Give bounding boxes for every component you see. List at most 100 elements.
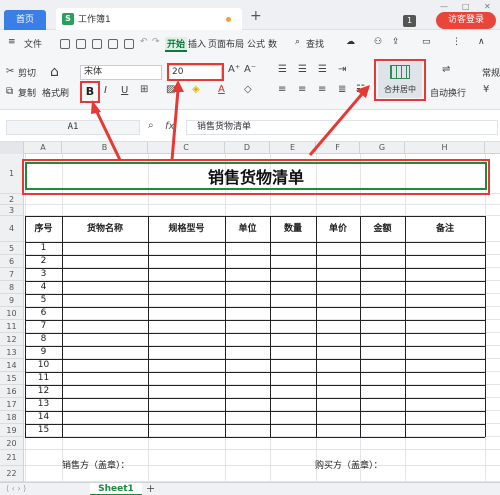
seq-cell[interactable]: 8: [25, 333, 62, 346]
row-header[interactable]: 2: [0, 194, 24, 205]
collapse-ribbon-icon[interactable]: ∧: [478, 37, 485, 47]
seq-cell[interactable]: 4: [25, 281, 62, 294]
tab-page-layout[interactable]: 页面布局: [208, 37, 244, 50]
format-painter-icon[interactable]: ⌂: [50, 64, 59, 80]
sheet-tab-sheet1[interactable]: Sheet1: [90, 483, 142, 495]
column-header-d[interactable]: D: [225, 142, 270, 154]
print-icon[interactable]: [108, 39, 118, 49]
tab-home-ribbon[interactable]: 开始: [165, 37, 188, 52]
seller-label[interactable]: 销售方（盖章）：: [62, 458, 130, 471]
add-sheet-button[interactable]: +: [146, 482, 155, 495]
export-pdf-icon[interactable]: [92, 39, 102, 49]
fill-pattern-icon[interactable]: ▨: [166, 84, 175, 95]
underline-button[interactable]: U: [121, 85, 128, 96]
italic-button[interactable]: I: [104, 85, 107, 96]
border-icon[interactable]: ⊞: [140, 84, 148, 95]
align-middle-icon[interactable]: ☰: [298, 64, 307, 75]
table-header-cell[interactable]: 数量: [270, 216, 316, 242]
column-header-a[interactable]: A: [25, 142, 62, 154]
select-all-corner[interactable]: [0, 142, 24, 154]
file-menu[interactable]: 文件: [24, 37, 42, 50]
wrap-text-button[interactable]: 自动换行: [430, 86, 466, 99]
close-icon[interactable]: ✕: [484, 2, 491, 11]
undo-icon[interactable]: ↶: [140, 37, 148, 47]
row-header[interactable]: 16: [0, 385, 24, 398]
seq-cell[interactable]: 3: [25, 268, 62, 281]
table-header-cell[interactable]: 单位: [225, 216, 270, 242]
row-header[interactable]: 7: [0, 268, 24, 281]
tab-formulas[interactable]: 公式: [247, 37, 265, 50]
fill-color-icon[interactable]: ◈: [192, 84, 200, 95]
seq-cell[interactable]: 6: [25, 307, 62, 320]
row-header[interactable]: 12: [0, 333, 24, 346]
indent-icon[interactable]: ⇥: [338, 64, 346, 75]
tab-insert[interactable]: 插入: [188, 37, 206, 50]
distributed-icon[interactable]: ≣: [338, 84, 346, 95]
tab-data[interactable]: 数: [268, 37, 277, 50]
minimize-icon[interactable]: —: [440, 2, 448, 11]
align-center-icon[interactable]: ≡: [298, 84, 306, 95]
row-header[interactable]: 22: [0, 466, 24, 482]
redo-icon[interactable]: ↷: [152, 37, 160, 47]
cut-icon[interactable]: ✂: [6, 66, 14, 77]
save-icon[interactable]: [76, 39, 86, 49]
clear-format-icon[interactable]: ◇: [244, 84, 252, 95]
seq-cell[interactable]: 13: [25, 398, 62, 411]
name-box[interactable]: A1: [6, 120, 140, 135]
table-header-cell[interactable]: 序号: [25, 216, 62, 242]
buyer-label[interactable]: 购买方（盖章）：: [315, 458, 383, 471]
table-header-cell[interactable]: 货物名称: [62, 216, 148, 242]
seq-cell[interactable]: 12: [25, 385, 62, 398]
seq-cell[interactable]: 7: [25, 320, 62, 333]
seq-cell[interactable]: 11: [25, 372, 62, 385]
more-tools-icon[interactable]: ▭: [422, 37, 431, 47]
row-header[interactable]: 6: [0, 255, 24, 268]
row-header[interactable]: 11: [0, 320, 24, 333]
preview-icon[interactable]: [124, 39, 134, 49]
justify-icon[interactable]: ☷: [356, 84, 365, 95]
seq-cell[interactable]: 14: [25, 411, 62, 424]
seq-cell[interactable]: 2: [25, 255, 62, 268]
font-name-select[interactable]: 宋体: [80, 65, 162, 80]
maximize-icon[interactable]: □: [462, 2, 470, 11]
more-icon[interactable]: ⋮: [452, 37, 461, 47]
sheet-nav-arrows[interactable]: ⟨ ‹ › ⟩: [6, 484, 26, 493]
column-header-b[interactable]: B: [62, 142, 148, 154]
row-header[interactable]: 5: [0, 242, 24, 255]
window-count-badge[interactable]: 1: [403, 15, 416, 27]
search-icon[interactable]: ⌕: [295, 37, 300, 47]
row-header[interactable]: 4: [0, 216, 24, 242]
column-header-h[interactable]: H: [405, 142, 485, 154]
row-header[interactable]: 18: [0, 411, 24, 424]
row-header[interactable]: 10: [0, 307, 24, 320]
guest-login-button[interactable]: 访客登录: [436, 12, 496, 29]
row-header[interactable]: 3: [0, 205, 24, 216]
increase-font-icon[interactable]: A⁺: [228, 64, 240, 75]
cut-button[interactable]: 剪切: [18, 66, 36, 79]
row-header[interactable]: 20: [0, 437, 24, 450]
row-header[interactable]: 14: [0, 359, 24, 372]
copy-icon[interactable]: ⧉: [6, 86, 13, 97]
column-header-f[interactable]: F: [316, 142, 360, 154]
row-header[interactable]: 17: [0, 398, 24, 411]
column-header-e[interactable]: E: [270, 142, 316, 154]
row-header[interactable]: 19: [0, 424, 24, 437]
row-header[interactable]: 1: [0, 154, 24, 194]
seq-cell[interactable]: 10: [25, 359, 62, 372]
align-left-icon[interactable]: ≡: [278, 84, 286, 95]
search-menu[interactable]: 查找: [306, 37, 324, 50]
row-header[interactable]: 9: [0, 294, 24, 307]
currency-icon[interactable]: ¥: [483, 84, 489, 95]
align-right-icon[interactable]: ≡: [318, 84, 326, 95]
font-color-icon[interactable]: A: [218, 84, 225, 95]
number-format-select[interactable]: 常规: [482, 66, 500, 79]
column-header-c[interactable]: C: [148, 142, 225, 154]
row-header[interactable]: 8: [0, 281, 24, 294]
seq-cell[interactable]: 1: [25, 242, 62, 255]
home-tab[interactable]: 首页: [4, 10, 46, 30]
collab-icon[interactable]: ⚇: [374, 37, 382, 47]
copy-button[interactable]: 复制: [18, 86, 36, 99]
column-header-g[interactable]: G: [360, 142, 405, 154]
row-header[interactable]: 21: [0, 450, 24, 466]
seq-cell[interactable]: 5: [25, 294, 62, 307]
